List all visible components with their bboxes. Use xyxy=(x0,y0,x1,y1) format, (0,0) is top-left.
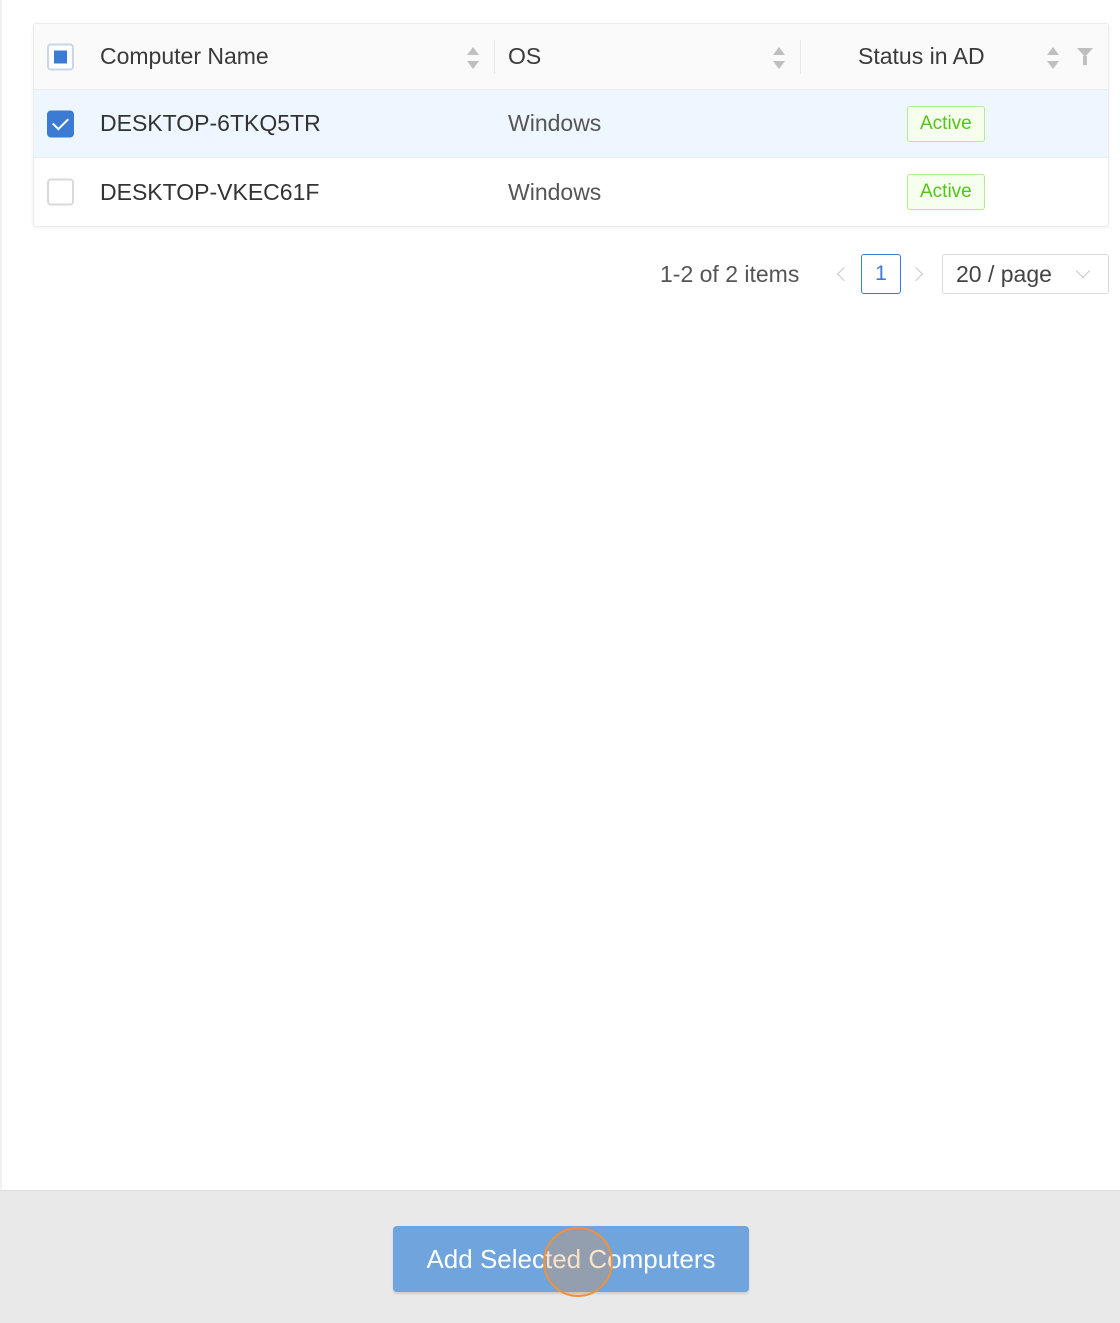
chevron-down-icon xyxy=(1075,263,1091,279)
computer-name: DESKTOP-6TKQ5TR xyxy=(100,110,321,136)
sort-icon[interactable] xyxy=(772,46,786,70)
left-border xyxy=(0,0,2,1190)
chevron-right-icon[interactable] xyxy=(912,266,924,282)
chevron-left-icon[interactable] xyxy=(836,266,848,282)
page-size-value: 20 / page xyxy=(956,260,1052,287)
footer-bar: Add Selected Computers xyxy=(0,1190,1120,1323)
table-header-row: Computer Name OS Status in AD xyxy=(34,24,1108,90)
os-value: Windows xyxy=(508,110,602,136)
add-selected-computers-button[interactable]: Add Selected Computers xyxy=(393,1226,749,1292)
sort-icon[interactable] xyxy=(1046,46,1060,70)
row-checkbox[interactable] xyxy=(47,178,74,206)
computer-name-cell: DESKTOP-VKEC61F xyxy=(100,158,319,226)
column-header-label: OS xyxy=(508,43,542,69)
os-cell: Windows xyxy=(508,90,601,157)
column-divider xyxy=(800,40,801,74)
pagination: 1-2 of 2 items 1 20 / page xyxy=(0,252,1120,296)
table-row[interactable]: DESKTOP-VKEC61F Windows Active xyxy=(34,158,1108,226)
filter-icon[interactable] xyxy=(1077,48,1093,66)
select-all-checkbox[interactable] xyxy=(47,43,74,70)
column-header-computer-name[interactable]: Computer Name xyxy=(100,24,269,89)
page-button-current[interactable]: 1 xyxy=(861,254,901,294)
pagination-total: 1-2 of 2 items xyxy=(660,260,800,287)
column-header-status[interactable]: Status in AD xyxy=(858,24,985,89)
os-value: Windows xyxy=(508,178,602,205)
row-checkbox[interactable] xyxy=(47,110,74,137)
os-cell: Windows xyxy=(508,158,601,226)
column-header-label: Status in AD xyxy=(858,43,985,69)
computer-name: DESKTOP-VKEC61F xyxy=(100,178,320,205)
status-badge: Active xyxy=(907,105,985,142)
computer-name-cell: DESKTOP-6TKQ5TR xyxy=(100,90,321,157)
column-header-label: Computer Name xyxy=(100,43,269,69)
status-badge: Active xyxy=(907,174,985,210)
column-header-os[interactable]: OS xyxy=(508,24,541,89)
table-row[interactable]: DESKTOP-6TKQ5TR Windows Active xyxy=(34,90,1108,158)
sort-icon[interactable] xyxy=(466,46,480,70)
computers-table: Computer Name OS Status in AD DESKTOP-6T… xyxy=(33,23,1109,227)
page-size-select[interactable]: 20 / page xyxy=(942,254,1109,294)
column-divider xyxy=(494,40,495,74)
